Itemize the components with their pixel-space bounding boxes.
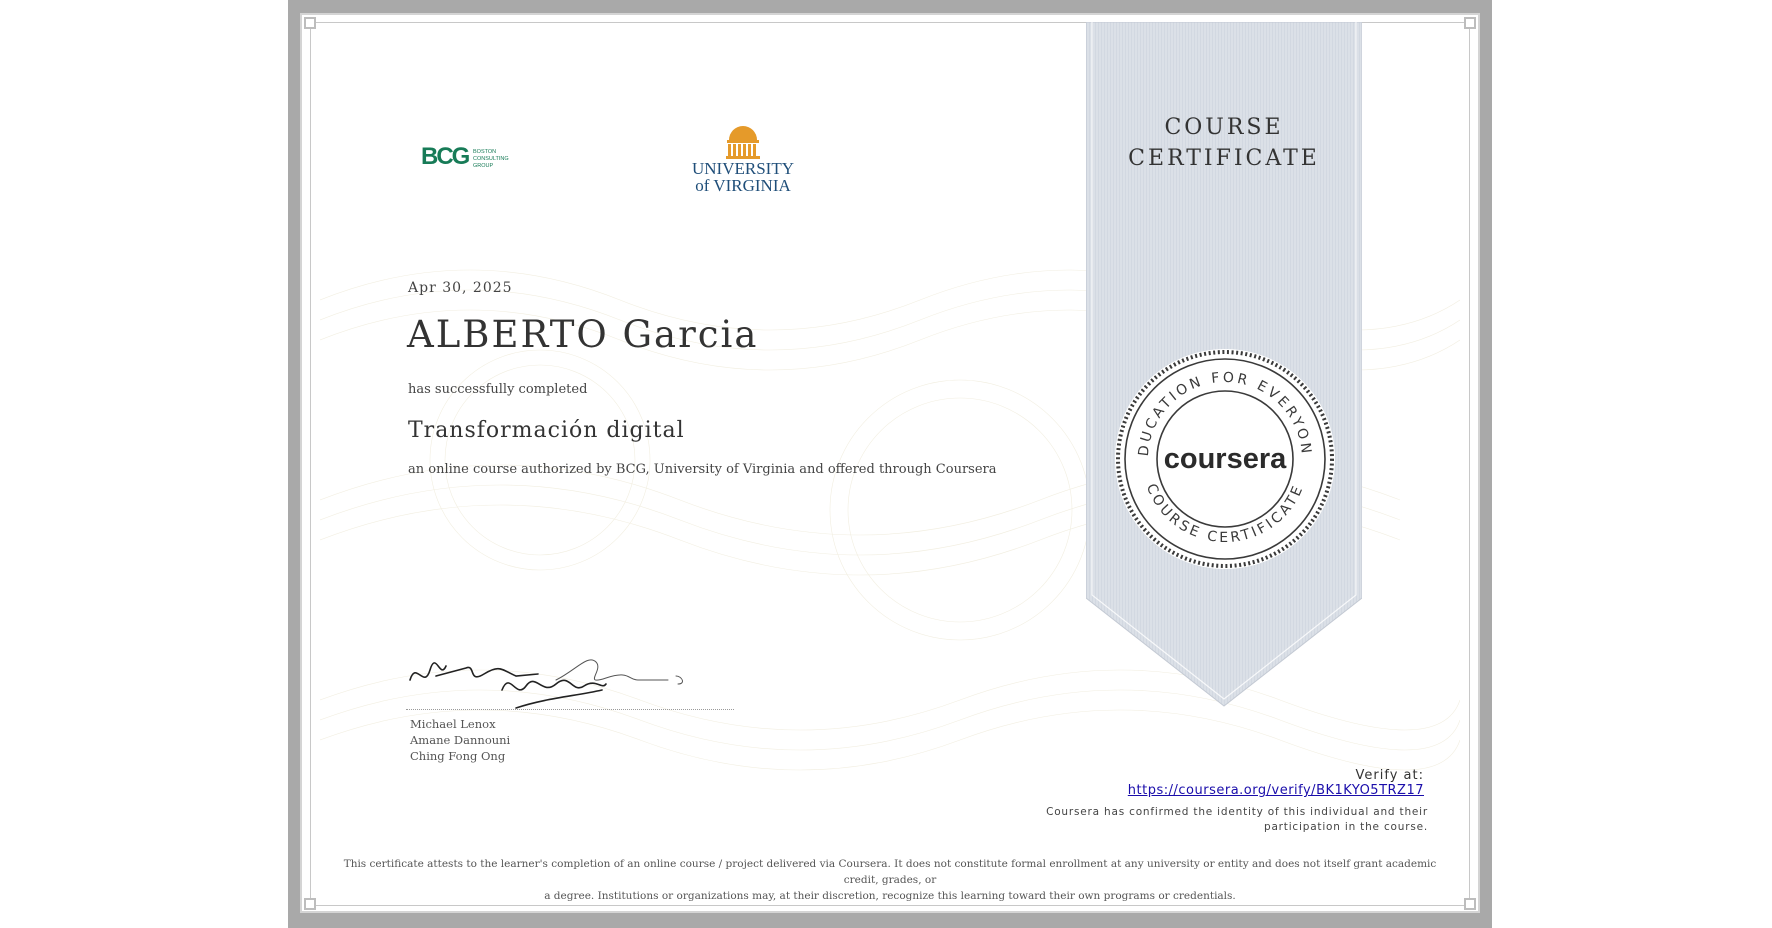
corner-ornament-top-left	[304, 17, 316, 29]
recipient-name: ALBERTO Garcia	[407, 313, 759, 356]
university-of-virginia-logo: UNIVERSITY of VIRGINIA	[692, 126, 794, 195]
ribbon-title-line-1: COURSE	[1164, 115, 1284, 140]
signer-name-3: Ching Fong Ong	[410, 749, 506, 763]
verify-label: Verify at:	[1355, 768, 1424, 783]
certificate-date: Apr 30, 2025	[408, 280, 513, 296]
uva-logo-line-2: of VIRGINIA	[695, 176, 791, 195]
bcg-logo-text-2: CONSULTING	[473, 156, 509, 162]
course-title: Transformación digital	[408, 418, 685, 443]
rotunda-icon	[726, 126, 760, 159]
ribbon-title: COURSE CERTIFICATE	[1086, 112, 1362, 174]
verify-link[interactable]: https://coursera.org/verify/BK1KYO5TRZ17	[1100, 783, 1424, 798]
signer-name-2: Amane Dannouni	[410, 733, 511, 747]
disclaimer-line-2: a degree. Institutions or organizations …	[544, 890, 1236, 902]
signatures-image	[409, 659, 683, 709]
disclaimer-line-1: This certificate attests to the learner'…	[343, 858, 1437, 886]
identity-confirmation: Coursera has confirmed the identity of t…	[1040, 805, 1428, 835]
completion-statement: has successfully completed	[408, 382, 588, 397]
corner-ornament-bottom-left	[304, 898, 316, 910]
corner-ornament-top-right	[1464, 17, 1476, 29]
identity-line-2: participation in the course.	[1263, 821, 1428, 833]
corner-ornament-bottom-right	[1464, 898, 1476, 910]
certificate-disclaimer: This certificate attests to the learner'…	[330, 856, 1450, 904]
identity-line-1: Coursera has confirmed the identity of t…	[1046, 806, 1428, 818]
seal-brand-text: coursera	[1164, 443, 1287, 475]
coursera-seal: EDUCATION FOR EVERYONE COURSE CERTIFICAT…	[1112, 346, 1335, 569]
bcg-logo-text-3: GROUP	[473, 163, 494, 169]
ribbon-title-line-2: CERTIFICATE	[1128, 146, 1320, 171]
signer-names: Michael Lenox Amane Dannouni Ching Fong …	[410, 716, 510, 764]
signer-name-1: Michael Lenox	[410, 717, 496, 731]
bcg-logo-mark: BCG	[421, 143, 470, 170]
course-description: an online course authorized by BCG, Univ…	[408, 462, 997, 477]
bcg-logo: BCG BOSTON CONSULTING GROUP	[421, 143, 509, 170]
signature-line	[406, 709, 734, 710]
bcg-logo-text-1: BOSTON	[473, 149, 496, 155]
